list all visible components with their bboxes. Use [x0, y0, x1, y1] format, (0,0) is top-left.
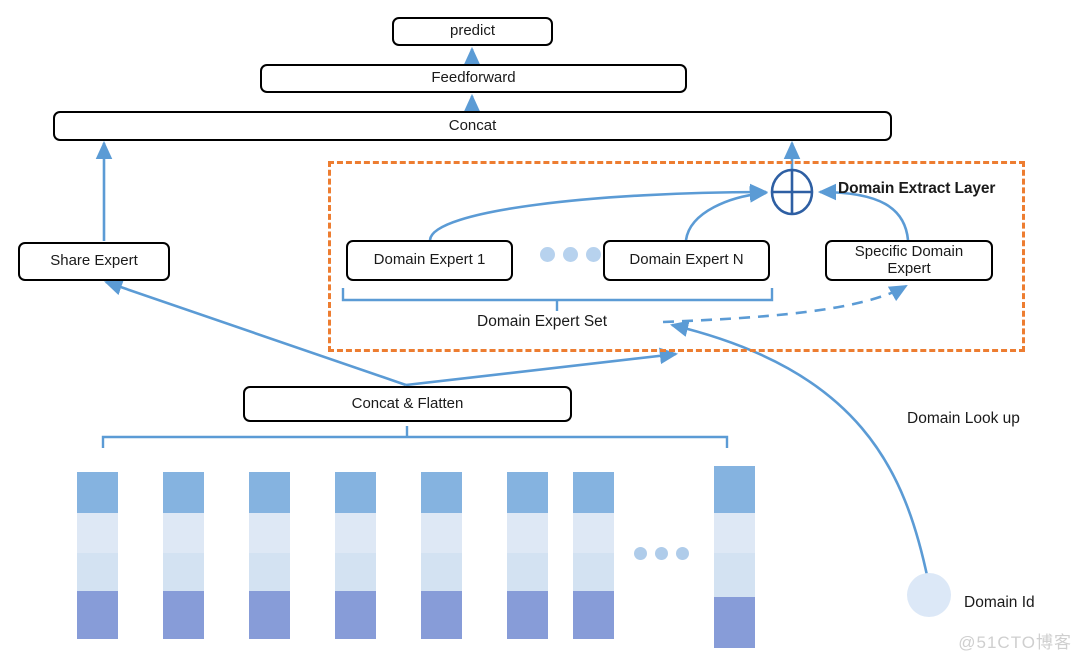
embedding-column	[77, 472, 118, 639]
embedding-column	[573, 472, 614, 639]
domain-id-label: Domain Id	[964, 594, 1035, 611]
watermark: @51CTO博客	[958, 633, 1072, 652]
embedding-segment	[163, 591, 204, 639]
embedding-column	[163, 472, 204, 639]
arrow-flatten-to-domain-extract-layer	[405, 347, 679, 387]
domain-extract-layer-label: Domain Extract Layer	[838, 180, 996, 197]
embedding-segment	[77, 472, 118, 513]
embedding-column	[507, 472, 548, 639]
embedding-segment	[77, 513, 118, 553]
embedding-segment	[163, 472, 204, 513]
embedding-segment	[163, 553, 204, 591]
specific-domain-expert-line-2: Expert	[887, 259, 931, 277]
concat-flatten-node[interactable]: Concat & Flatten	[243, 386, 572, 422]
embedding-segment	[249, 591, 290, 639]
embedding-segment	[714, 597, 755, 648]
embedding-segment	[249, 472, 290, 513]
arrow-domain-id-to-expert-set	[669, 320, 930, 581]
domain-id-circle[interactable]	[907, 573, 951, 617]
embedding-segment	[335, 513, 376, 553]
predict-node[interactable]: predict	[392, 17, 553, 46]
embedding-segment	[507, 591, 548, 639]
embedding-segment	[507, 472, 548, 513]
embedding-segment	[335, 591, 376, 639]
embedding-segment	[77, 591, 118, 639]
embedding-segment	[335, 472, 376, 513]
embedding-segment	[77, 553, 118, 591]
diagram-canvas: predict Feedforward Concat Share Expert …	[0, 0, 1080, 657]
embedding-segment	[714, 553, 755, 597]
ellipsis-icon-embeddings	[634, 547, 689, 560]
domain-expert-set-label: Domain Expert Set	[477, 313, 608, 330]
embedding-segment	[573, 513, 614, 553]
embedding-segment	[573, 553, 614, 591]
share-expert-node[interactable]: Share Expert	[18, 242, 170, 281]
feedforward-node[interactable]: Feedforward	[260, 64, 687, 93]
embedding-column	[714, 466, 755, 648]
embedding-segment	[249, 553, 290, 591]
embedding-segment	[573, 591, 614, 639]
domain-expert-1-node[interactable]: Domain Expert 1	[346, 240, 513, 281]
domain-expert-n-node[interactable]: Domain Expert N	[603, 240, 770, 281]
embedding-segment	[421, 591, 462, 639]
embedding-segment	[507, 513, 548, 553]
embedding-segment	[507, 553, 548, 591]
embedding-segment	[573, 472, 614, 513]
embedding-segment	[421, 472, 462, 513]
ellipsis-icon-experts	[540, 247, 601, 262]
embedding-column	[335, 472, 376, 639]
embedding-column	[249, 472, 290, 639]
bracket-embeddings	[101, 435, 729, 448]
embedding-segment	[714, 466, 755, 513]
embedding-column	[421, 472, 462, 639]
specific-domain-expert-node[interactable]: Specific Domain Expert	[825, 240, 993, 281]
domain-look-up-label: Domain Look up	[907, 410, 1020, 427]
embedding-segment	[249, 513, 290, 553]
specific-domain-expert-line-1: Specific Domain	[854, 243, 964, 261]
embedding-segment	[421, 553, 462, 591]
embedding-segment	[714, 513, 755, 553]
embedding-segment	[421, 513, 462, 553]
embedding-segment	[335, 553, 376, 591]
concat-node[interactable]: Concat	[53, 111, 892, 141]
embedding-segment	[163, 513, 204, 553]
